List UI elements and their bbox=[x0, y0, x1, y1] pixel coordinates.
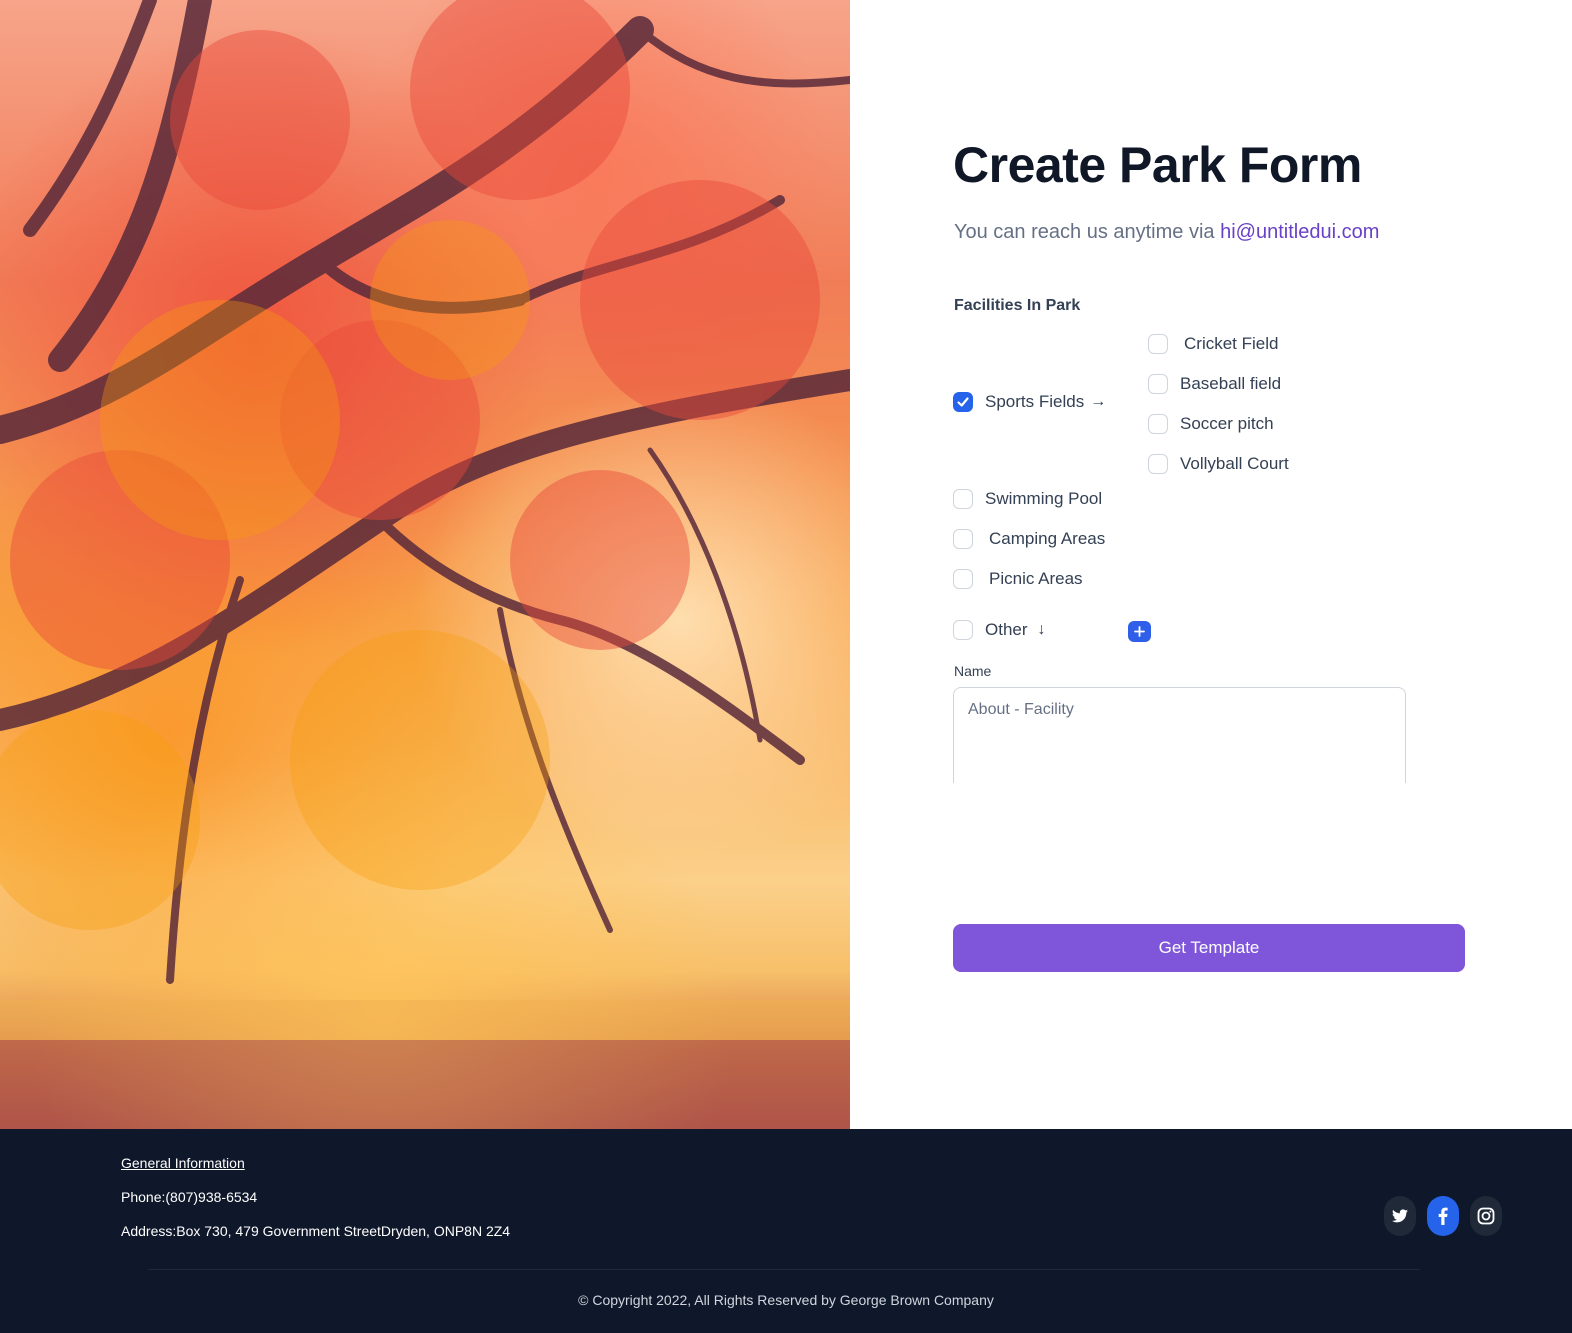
facility-other[interactable]: Other ↓ bbox=[953, 620, 1046, 640]
add-facility-button[interactable] bbox=[1128, 621, 1151, 642]
baseball-field-checkbox[interactable] bbox=[1148, 374, 1168, 394]
soccer-pitch-label: Soccer pitch bbox=[1180, 414, 1274, 433]
general-information-link[interactable]: General Information bbox=[121, 1155, 245, 1171]
twitter-icon bbox=[1392, 1209, 1408, 1223]
camping-areas-checkbox[interactable] bbox=[953, 529, 973, 549]
name-label: Name bbox=[954, 663, 992, 679]
page-title: Create Park Form bbox=[953, 137, 1362, 193]
vollyball-court-checkbox[interactable] bbox=[1148, 454, 1168, 474]
swimming-pool-checkbox[interactable] bbox=[953, 489, 973, 509]
baseball-field-label: Baseball field bbox=[1180, 374, 1282, 393]
footer-phone: Phone:(807)938-6534 bbox=[121, 1189, 258, 1205]
twitter-button[interactable] bbox=[1384, 1196, 1416, 1236]
footer-divider bbox=[148, 1269, 1420, 1270]
soccer-pitch-checkbox[interactable] bbox=[1148, 414, 1168, 434]
other-label: Other bbox=[985, 620, 1028, 639]
plus-icon bbox=[1134, 626, 1145, 637]
footer: General Information Phone:(807)938-6534 … bbox=[0, 1129, 1572, 1333]
instagram-icon bbox=[1477, 1207, 1495, 1225]
sport-vollyball-court[interactable]: Vollyball Court bbox=[1148, 454, 1289, 474]
footer-address: Address:Box 730, 479 Government StreetDr… bbox=[121, 1223, 511, 1239]
facebook-icon bbox=[1438, 1207, 1448, 1225]
autumn-tree-illustration bbox=[0, 0, 850, 1129]
copyright-text: © Copyright 2022, All Rights Reserved by… bbox=[578, 1292, 994, 1308]
name-placeholder: About - Facility bbox=[968, 701, 1074, 718]
sports-fields-checkbox[interactable] bbox=[953, 392, 973, 412]
arrow-right-icon: → bbox=[1090, 393, 1107, 410]
cricket-field-label: Cricket Field bbox=[1184, 334, 1279, 353]
contact-email-link[interactable]: hi@untitledui.com bbox=[1220, 221, 1379, 243]
name-textarea[interactable]: About - Facility bbox=[953, 687, 1406, 783]
sport-soccer-pitch[interactable]: Soccer pitch bbox=[1148, 414, 1274, 434]
facility-sports-fields[interactable]: Sports Fields → bbox=[953, 392, 1106, 412]
instagram-button[interactable] bbox=[1470, 1196, 1502, 1236]
facebook-button[interactable] bbox=[1427, 1196, 1459, 1236]
sport-baseball-field[interactable]: Baseball field bbox=[1148, 374, 1281, 394]
sports-fields-label: Sports Fields bbox=[985, 392, 1085, 411]
facility-swimming-pool[interactable]: Swimming Pool bbox=[953, 489, 1102, 509]
swimming-pool-label: Swimming Pool bbox=[985, 489, 1103, 508]
check-icon bbox=[957, 397, 969, 407]
get-template-button[interactable]: Get Template bbox=[953, 924, 1465, 972]
subtitle-text: You can reach us anytime via bbox=[954, 221, 1221, 243]
vollyball-court-label: Vollyball Court bbox=[1180, 454, 1289, 473]
picnic-areas-label: Picnic Areas bbox=[989, 569, 1083, 588]
facility-picnic-areas[interactable]: Picnic Areas bbox=[953, 569, 1083, 589]
sport-cricket-field[interactable]: Cricket Field bbox=[1148, 334, 1278, 354]
facility-camping-areas[interactable]: Camping Areas bbox=[953, 529, 1105, 549]
cricket-field-checkbox[interactable] bbox=[1148, 334, 1168, 354]
contact-subtitle: You can reach us anytime via hi@untitled… bbox=[954, 221, 1379, 244]
picnic-areas-checkbox[interactable] bbox=[953, 569, 973, 589]
hero-image bbox=[0, 0, 850, 1129]
arrow-down-icon: ↓ bbox=[1037, 621, 1046, 638]
other-checkbox[interactable] bbox=[953, 620, 973, 640]
camping-areas-label: Camping Areas bbox=[989, 529, 1106, 548]
facilities-label: Facilities In Park bbox=[954, 297, 1081, 314]
